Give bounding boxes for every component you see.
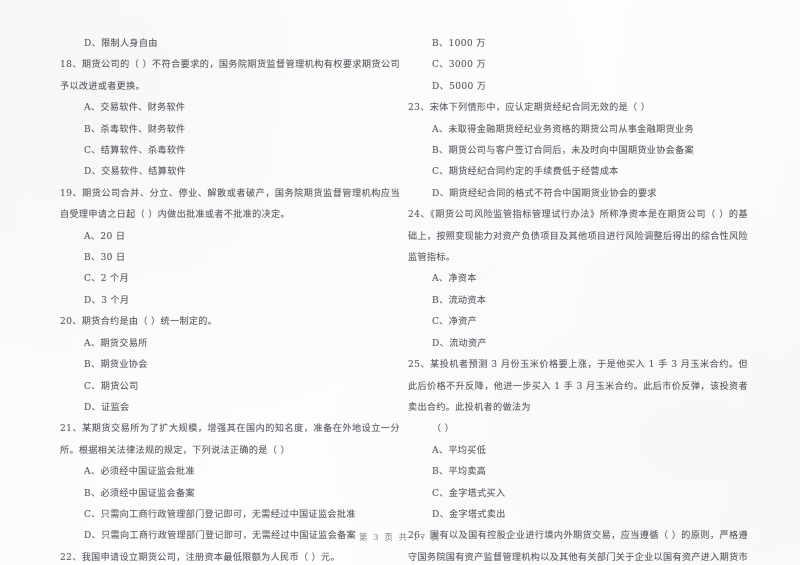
right-column: B、1000 万 C、3000 万 D、5000 万 23、宋体下列情形中，应认…: [408, 0, 748, 565]
question-22-option-b[interactable]: B、1000 万: [408, 34, 748, 55]
question-19: 19、期货公司合并、分立、停业、解散或者破产，国务院期货监督管理机构应当自受理申…: [60, 184, 400, 312]
question-18-option-b[interactable]: B、杀毒软件、财务软件: [60, 120, 400, 141]
question-23-option-d[interactable]: D、期货经纪合同的格式不符合中国期货业协会的要求: [408, 184, 748, 205]
question-19-text: 19、期货公司合并、分立、停业、解散或者破产，国务院期货监督管理机构应当自受理申…: [60, 188, 400, 221]
question-21-option-b[interactable]: B、必须经中国证监会备案: [60, 484, 400, 505]
left-column: D、限制人身自由 18、期货公司的（ ）不符合要求的，国务院期货监督管理机构有权…: [60, 0, 400, 565]
question-19-option-b[interactable]: B、30 日: [60, 248, 400, 269]
question-21-option-c[interactable]: C、只需向工商行政管理部门登记即可，无需经过中国证监会批准: [60, 505, 400, 526]
question-22-text: 22、我国申请设立期货公司，注册资本最低限额为人民币（ ）元。: [60, 552, 340, 563]
question-24-option-a[interactable]: A、净资本: [408, 269, 748, 290]
question-23-option-a[interactable]: A、未取得金融期货经纪业务资格的期货公司从事金融期货业务: [408, 120, 748, 141]
question-25-blank: （ ）: [432, 424, 455, 435]
question-25-option-b[interactable]: B、平均卖高: [408, 462, 748, 483]
orphan-option-d: D、限制人身自由: [84, 39, 158, 49]
question-23-option-c[interactable]: C、期货经纪合同约定的手续费低于经营成本: [408, 162, 748, 183]
question-25-option-c[interactable]: C、金字塔式买入: [408, 484, 748, 505]
question-23-option-b[interactable]: B、期货公司与客户签订合同后，未及时向中国期货业协会备案: [408, 141, 748, 162]
question-18-option-d[interactable]: D、交易软件、结算软件: [60, 162, 400, 183]
question-20-text: 20、期货合约是由（ ）统一制定的。: [60, 317, 218, 328]
question-21-option-a[interactable]: A、必须经中国证监会批准: [60, 462, 400, 483]
question-20-option-d[interactable]: D、证监会: [60, 398, 400, 419]
question-25-option-a[interactable]: A、平均买低: [408, 441, 748, 462]
question-19-option-c[interactable]: C、2 个月: [60, 269, 400, 290]
question-22-option-d[interactable]: D、5000 万: [408, 77, 748, 98]
question-20-option-b[interactable]: B、期货业协会: [60, 355, 400, 376]
question-21: 21、某期货交易所为了扩大规模，增强其在国内的知名度，准备在外地设立一分所。根据…: [60, 419, 400, 547]
question-24-option-d[interactable]: D、流动资产: [408, 334, 748, 355]
question-18-option-a[interactable]: A、交易软件、财务软件: [60, 98, 400, 119]
question-19-option-a[interactable]: A、20 日: [60, 227, 400, 248]
question-22-option-c[interactable]: C、3000 万: [408, 55, 748, 76]
scanned-exam-page: D、限制人身自由 18、期货公司的（ ）不符合要求的，国务院期货监督管理机构有权…: [0, 0, 800, 565]
page-footer: 第 3 页 共 17 页: [359, 532, 441, 542]
question-23-text: 23、宋体下列情形中，应认定期货经纪合同无效的是（ ）: [408, 103, 651, 114]
question-21-text: 21、某期货交易所为了扩大规模，增强其在国内的知名度，准备在外地设立一分所。根据…: [60, 424, 400, 456]
question-24-option-c[interactable]: C、净资产: [408, 312, 748, 333]
question-20: 20、期货合约是由（ ）统一制定的。 A、期货交易所 B、期货业协会 C、期货公…: [60, 312, 400, 419]
question-20-option-c[interactable]: C、期货公司: [60, 377, 400, 398]
question-25-text: 25、某投机者预测 3 月份玉米价格要上涨，于是他买入 1 手 3 月玉米合约。…: [408, 360, 748, 413]
question-18: 18、期货公司的（ ）不符合要求的，国务院期货监督管理机构有权要求期货公司予以改…: [60, 55, 400, 183]
question-22: 22、我国申请设立期货公司，注册资本最低限额为人民币（ ）元。 A、500 万: [60, 548, 400, 565]
question-24-text: 24、《期货公司风险监管指标管理试行办法》所称净资本是在期货公司（ ）的基础上，…: [408, 210, 748, 264]
question-20-option-a[interactable]: A、期货交易所: [60, 334, 400, 355]
question-25-option-d[interactable]: D、金字塔式卖出: [408, 505, 748, 526]
question-24: 24、《期货公司风险监管指标管理试行办法》所称净资本是在期货公司（ ）的基础上，…: [408, 205, 748, 355]
question-24-option-b[interactable]: B、流动资本: [408, 291, 748, 312]
question-18-option-c[interactable]: C、结算软件、杀毒软件: [60, 141, 400, 162]
question-19-option-d[interactable]: D、3 个月: [60, 291, 400, 312]
question-23: 23、宋体下列情形中，应认定期货经纪合同无效的是（ ） A、未取得金融期货经纪业…: [408, 98, 748, 205]
question-18-text: 18、期货公司的（ ）不符合要求的，国务院期货监督管理机构有权要求期货公司予以改…: [60, 60, 400, 92]
question-25: 25、某投机者预测 3 月份玉米价格要上涨，于是他买入 1 手 3 月玉米合约。…: [408, 355, 748, 526]
